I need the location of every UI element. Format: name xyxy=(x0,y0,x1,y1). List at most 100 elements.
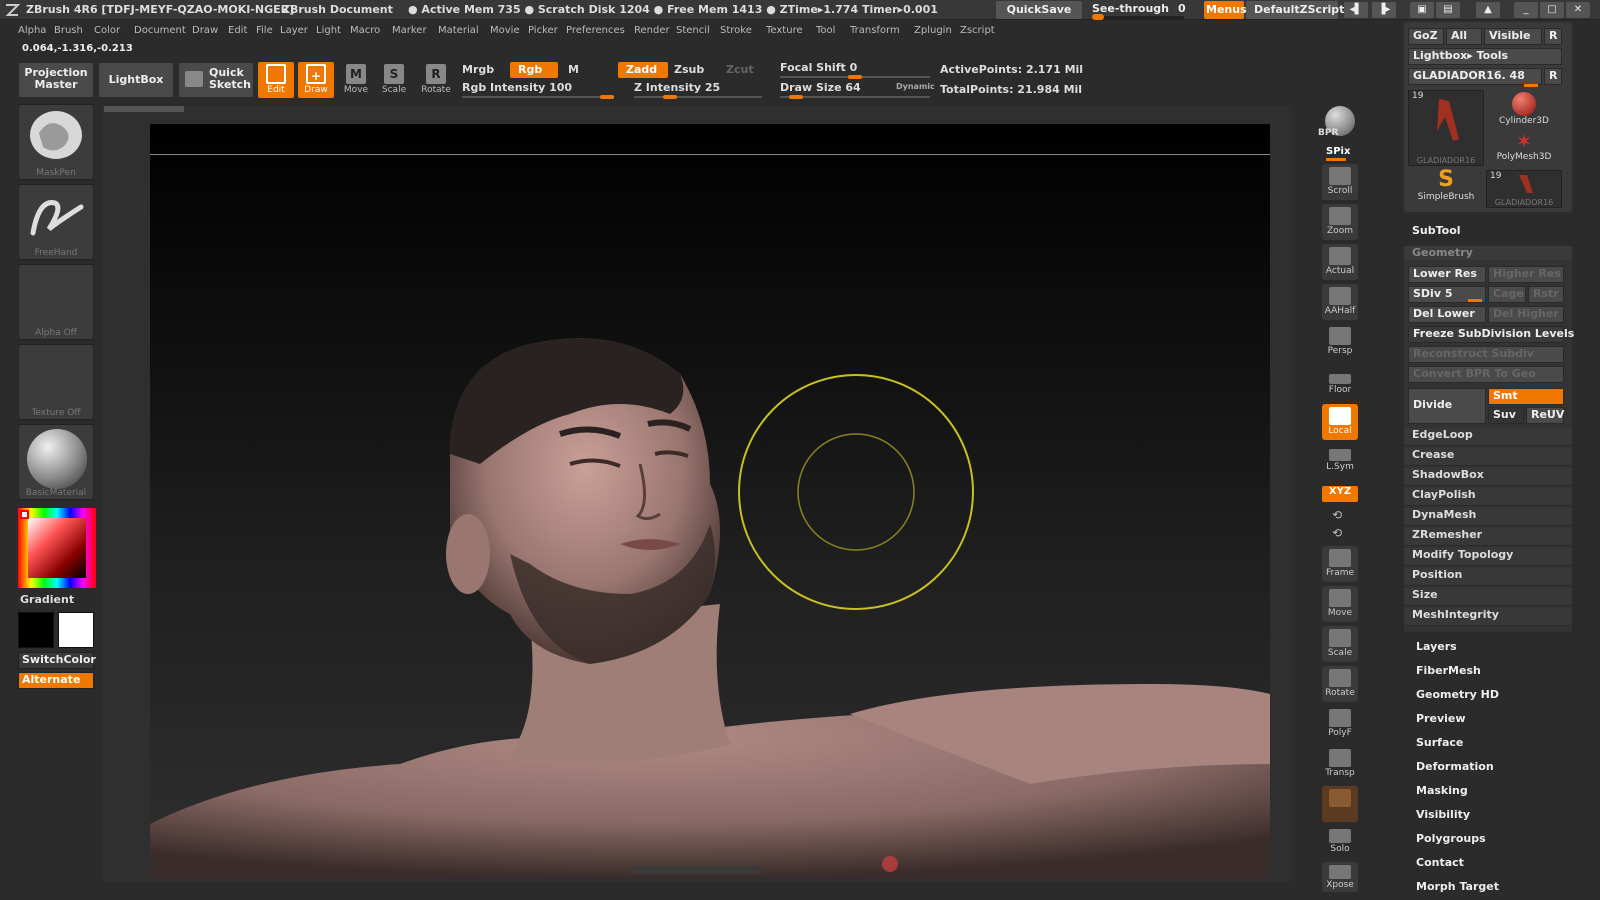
rotate-button[interactable]: R Rotate xyxy=(418,62,454,98)
z-intensity-knob[interactable] xyxy=(662,95,677,99)
polyf-button[interactable]: PolyF xyxy=(1322,706,1358,742)
menu-zplugin[interactable]: Zplugin xyxy=(914,25,952,36)
menu-picker[interactable]: Picker xyxy=(528,25,558,36)
see-through-slider-knob[interactable] xyxy=(1092,14,1104,20)
rstr-button[interactable]: Rstr xyxy=(1528,286,1564,303)
move-view-button[interactable]: Move xyxy=(1322,586,1358,622)
subtool-menu[interactable]: SubTool xyxy=(1412,224,1461,237)
menu-color[interactable]: Color xyxy=(94,25,120,36)
current-tool-r-button[interactable]: R xyxy=(1544,68,1562,85)
xyz-button[interactable]: XYZ xyxy=(1322,486,1358,502)
persp-button[interactable]: Persp xyxy=(1322,324,1358,360)
secondary-color-swatch[interactable] xyxy=(58,612,94,648)
sdiv-slider-knob[interactable] xyxy=(1468,299,1482,302)
z-intensity-slider[interactable]: Z Intensity 25 xyxy=(634,81,720,94)
main-color-swatch[interactable] xyxy=(18,612,54,648)
polymesh3d-tool[interactable]: ✶ PolyMesh3D xyxy=(1486,130,1562,170)
lightbox-button[interactable]: LightBox xyxy=(98,62,174,98)
menu-render[interactable]: Render xyxy=(634,25,670,36)
draw-size-slider[interactable]: Draw Size 64 xyxy=(780,81,861,94)
layout-alt-icon[interactable]: ▤ xyxy=(1436,2,1460,18)
solo-button[interactable]: Solo xyxy=(1322,826,1358,862)
reconstruct-subdiv-button[interactable]: Reconstruct Subdiv xyxy=(1408,346,1564,363)
menu-layer[interactable]: Layer xyxy=(280,25,308,36)
menu-stroke[interactable]: Stroke xyxy=(720,25,752,36)
claypolish-section[interactable]: ClayPolish xyxy=(1404,488,1572,506)
ghost-button[interactable] xyxy=(1322,786,1358,822)
color-picker-square[interactable] xyxy=(28,518,86,578)
move-button[interactable]: M Move xyxy=(338,62,374,98)
reuv-button[interactable]: ReUV xyxy=(1526,407,1564,424)
viewport-canvas[interactable] xyxy=(150,124,1270,878)
surface-menu[interactable]: Surface xyxy=(1416,736,1463,749)
menu-macro[interactable]: Macro xyxy=(350,25,380,36)
geometry-header[interactable]: Geometry xyxy=(1404,246,1572,260)
gradient-label[interactable]: Gradient xyxy=(20,593,74,606)
visibility-menu[interactable]: Visibility xyxy=(1416,808,1470,821)
preview-menu[interactable]: Preview xyxy=(1416,712,1466,725)
alternate-button[interactable]: Alternate xyxy=(18,672,94,689)
zremesher-section[interactable]: ZRemesher xyxy=(1404,528,1572,546)
transp-button[interactable]: Transp xyxy=(1322,746,1358,782)
position-section[interactable]: Position xyxy=(1404,568,1572,586)
focal-shift-slider[interactable]: Focal Shift 0 xyxy=(780,61,857,74)
zadd-toggle[interactable]: Zadd xyxy=(618,62,668,78)
fibermesh-menu[interactable]: FiberMesh xyxy=(1416,664,1481,677)
projection-master-button[interactable]: Projection Master xyxy=(18,62,94,98)
layout-icon[interactable]: ▣ xyxy=(1410,2,1434,18)
morph-target-menu[interactable]: Morph Target xyxy=(1416,880,1499,893)
spix-label[interactable]: SPix xyxy=(1326,146,1350,157)
menu-texture[interactable]: Texture xyxy=(766,25,803,36)
rgb-intensity-track[interactable] xyxy=(462,96,614,98)
size-section[interactable]: Size xyxy=(1404,588,1572,606)
menu-material[interactable]: Material xyxy=(438,25,479,36)
higher-res-button[interactable]: Higher Res xyxy=(1488,266,1564,283)
quicksave-button[interactable]: QuickSave xyxy=(996,1,1082,19)
scale-view-button[interactable]: Scale xyxy=(1322,626,1358,662)
menu-document[interactable]: Document xyxy=(134,25,186,36)
frame-button[interactable]: Frame xyxy=(1322,546,1358,582)
see-through-slider[interactable] xyxy=(1092,16,1184,19)
current-tool-slider-knob[interactable] xyxy=(1524,84,1538,87)
cage-button[interactable]: Cage xyxy=(1488,286,1526,303)
scale-button[interactable]: S Scale xyxy=(376,62,412,98)
gladiator-model[interactable] xyxy=(150,124,1270,878)
geometry-hd-menu[interactable]: Geometry HD xyxy=(1416,688,1499,701)
minimize-icon[interactable]: _ xyxy=(1514,2,1538,18)
suv-toggle[interactable]: Suv xyxy=(1488,407,1524,424)
goz-button[interactable]: GoZ xyxy=(1408,28,1444,45)
cylinder3d-tool[interactable]: Cylinder3D xyxy=(1486,90,1562,130)
gladiador-tool-thumb[interactable]: 19 GLADIADOR16 xyxy=(1408,90,1484,166)
crease-section[interactable]: Crease xyxy=(1404,448,1572,466)
rotate-view-button[interactable]: Rotate xyxy=(1322,666,1358,702)
visible-button[interactable]: Visible xyxy=(1484,28,1542,45)
shadowbox-section[interactable]: ShadowBox xyxy=(1404,468,1572,486)
simplebrush-tool[interactable]: S SimpleBrush xyxy=(1408,168,1484,206)
spix-slider[interactable] xyxy=(1326,158,1346,161)
r-button[interactable]: R xyxy=(1544,28,1562,45)
draw-button[interactable]: + Draw xyxy=(298,62,334,98)
color-picker[interactable] xyxy=(18,508,96,588)
modify-topology-section[interactable]: Modify Topology xyxy=(1404,548,1572,566)
convert-bpr-button[interactable]: Convert BPR To Geo xyxy=(1408,366,1564,383)
dynamic-toggle[interactable]: Dynamic xyxy=(896,82,935,91)
floor-button[interactable]: Floor xyxy=(1322,364,1358,400)
quick-sketch-button[interactable]: Quick Sketch xyxy=(178,62,254,98)
edit-button[interactable]: Edit xyxy=(258,62,294,98)
freeze-subdivision-button[interactable]: Freeze SubDivision Levels xyxy=(1408,326,1574,343)
smt-toggle[interactable]: Smt xyxy=(1488,388,1564,405)
menu-brush[interactable]: Brush xyxy=(54,25,83,36)
menu-stencil[interactable]: Stencil xyxy=(676,25,710,36)
menus-button[interactable]: Menus xyxy=(1204,1,1247,19)
divide-button[interactable]: Divide xyxy=(1408,388,1486,424)
gladiador-subtool-thumb[interactable]: 19 GLADIADOR16 xyxy=(1486,170,1562,208)
switch-color-button[interactable]: SwitchColor xyxy=(18,652,96,669)
rgb-toggle[interactable]: Rgb xyxy=(510,62,558,78)
z-rotate-icon[interactable]: ⟲ xyxy=(1332,526,1342,540)
del-higher-button[interactable]: Del Higher xyxy=(1488,306,1564,323)
masking-menu[interactable]: Masking xyxy=(1416,784,1468,797)
current-tool-slider[interactable]: GLADIADOR16. 48 xyxy=(1408,68,1542,85)
rgb-intensity-knob[interactable] xyxy=(600,95,614,99)
meshintegrity-section[interactable]: MeshIntegrity xyxy=(1404,608,1572,626)
xpose-button[interactable]: Xpose xyxy=(1322,862,1358,892)
